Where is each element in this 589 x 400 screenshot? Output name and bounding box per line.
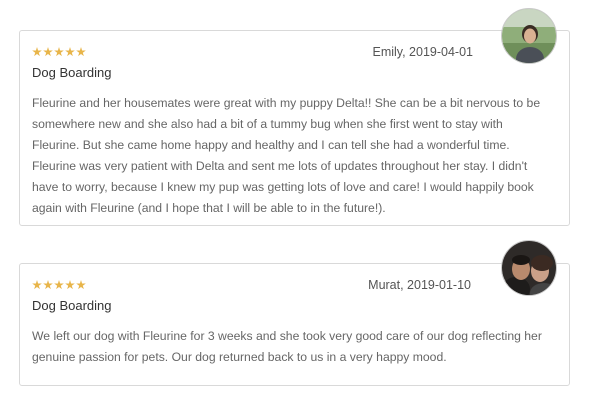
reviewer-avatar[interactable] xyxy=(501,8,557,64)
star-icon xyxy=(65,47,75,57)
review-card: Emily, 2019-04-01 Dog Boarding Fleurine … xyxy=(19,30,570,226)
star-icon xyxy=(43,47,53,57)
star-icon xyxy=(54,47,64,57)
star-icon xyxy=(32,47,42,57)
star-icon xyxy=(76,280,86,290)
star-icon xyxy=(54,280,64,290)
reviewer-photo-icon xyxy=(502,241,556,295)
star-icon xyxy=(76,47,86,57)
star-icon xyxy=(43,280,53,290)
star-icon xyxy=(65,280,75,290)
reviewer-photo-icon xyxy=(502,9,556,63)
star-icon xyxy=(32,280,42,290)
reviewer-avatar[interactable] xyxy=(501,240,557,296)
review-text: We left our dog with Fleurine for 3 week… xyxy=(32,329,542,364)
review-card: Murat, 2019-01-10 Dog Boarding We left o… xyxy=(19,263,570,386)
star-rating xyxy=(32,47,86,57)
review-service: Dog Boarding xyxy=(32,298,112,313)
star-rating xyxy=(32,280,86,290)
review-service: Dog Boarding xyxy=(32,65,112,80)
review-text: Fleurine and her housemates were great w… xyxy=(32,96,541,215)
